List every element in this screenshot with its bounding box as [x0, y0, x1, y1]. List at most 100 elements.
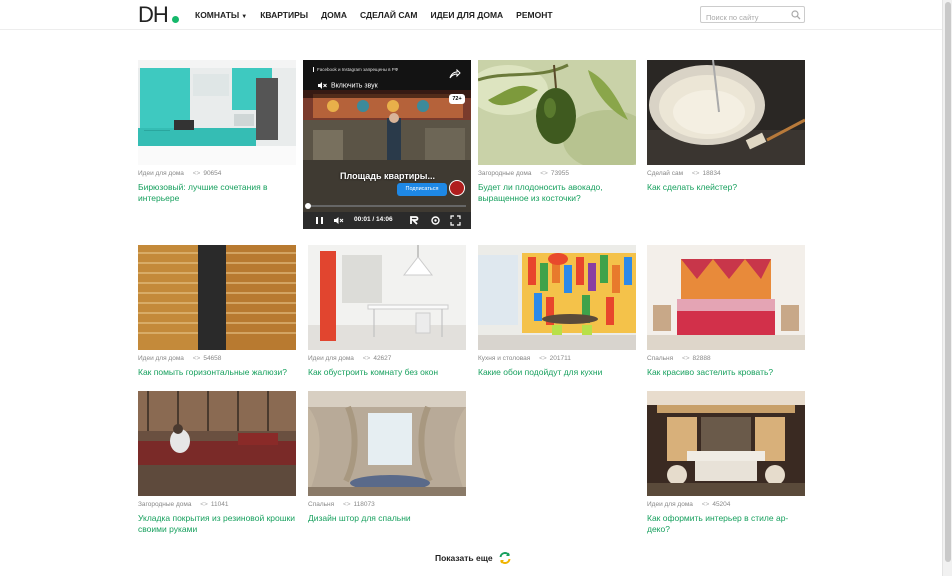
article-title[interactable]: Укладка покрытия из резиновой крошки сво…	[138, 513, 296, 534]
share-icon[interactable]	[449, 69, 461, 79]
eye-icon: <>	[539, 355, 547, 362]
article-title[interactable]: Бирюзовый: лучшие сочетания в интерьере	[138, 182, 296, 203]
article-thumbnail[interactable]	[647, 60, 805, 165]
article-meta: Спальня <> 118073	[308, 500, 466, 509]
channel-logo-icon[interactable]	[409, 215, 420, 226]
article-meta: Сделай сам <> 18834	[647, 169, 805, 178]
show-more-label: Показать еще	[435, 553, 493, 563]
article-card: Идеи для дома <> 42627 Как обустроить ком…	[308, 245, 466, 378]
eye-icon: <>	[192, 355, 201, 362]
nav-item-label: КВАРТИРЫ	[260, 10, 309, 20]
article-thumbnail[interactable]	[308, 391, 466, 496]
eye-icon: <>	[701, 501, 710, 508]
article-title[interactable]: Будет ли плодоносить авокадо, выращенное…	[478, 182, 636, 203]
article-card: Спальня <> 82888 Как красиво застелить кр…	[647, 245, 805, 378]
site-logo[interactable]: DH	[138, 4, 169, 26]
view-count: 54658	[203, 355, 222, 362]
article-card: Кухня и столовая <> 201711 Какие обои под…	[478, 245, 636, 378]
article-category[interactable]: Идеи для дома	[138, 170, 184, 177]
article-title[interactable]: Как сделать клейстер?	[647, 182, 805, 193]
article-category[interactable]: Загородные дома	[138, 501, 191, 508]
show-more-button[interactable]: Показать еще	[435, 551, 512, 565]
article-title[interactable]: Дизайн штор для спальни	[308, 513, 466, 524]
view-count: 11041	[210, 501, 229, 508]
article-title[interactable]: Как оформить интерьер в стиле ар-деко?	[647, 513, 805, 534]
channel-avatar[interactable]	[449, 180, 465, 196]
article-title[interactable]: Как обустроить комнату без окон	[308, 367, 466, 378]
search-icon[interactable]	[791, 10, 801, 20]
view-count: 73955	[550, 170, 569, 177]
eye-icon: <>	[681, 355, 690, 362]
article-meta: Идеи для дома <> 45204	[647, 500, 805, 509]
article-thumbnail[interactable]	[478, 245, 636, 350]
article-thumbnail[interactable]	[647, 391, 805, 496]
unmute-button[interactable]: Включить звук	[318, 82, 378, 89]
article-category[interactable]: Идеи для дома	[308, 355, 354, 362]
scrollbar-thumb[interactable]	[945, 2, 951, 562]
pause-icon[interactable]	[314, 215, 325, 226]
article-category[interactable]: Идеи для дома	[138, 355, 184, 362]
view-count: 201711	[549, 355, 571, 362]
video-controls: 00:01 / 14:06	[303, 212, 471, 229]
view-count: 118073	[353, 501, 375, 508]
fullscreen-icon[interactable]	[450, 215, 461, 226]
subscribe-button[interactable]: Подписаться	[397, 183, 447, 196]
age-rating-badge: 72+	[449, 94, 465, 104]
page-scrollbar[interactable]	[942, 0, 952, 576]
video-notice: Facebook и Instagram запрещены в РФ	[313, 67, 398, 72]
article-thumbnail[interactable]	[138, 391, 296, 496]
nav-item-label: ИДЕИ ДЛЯ ДОМА	[430, 10, 504, 20]
caret-down-icon: ▼	[241, 14, 248, 20]
article-card: Идеи для дома <> 90654 Бирюзовый: лучшие …	[138, 60, 296, 203]
article-title[interactable]: Какие обои подойдут для кухни	[478, 367, 636, 378]
nav-item-label: РЕМОНТ	[516, 10, 553, 20]
article-meta: Загородные дома <> 73955	[478, 169, 636, 178]
nav-item-apartments[interactable]: КВАРТИРЫ	[260, 10, 308, 22]
article-thumbnail[interactable]	[138, 245, 296, 350]
site-header: DH КОМНАТЫ ▼ КВАРТИРЫ ДОМА СДЕЛАЙ САМ ИДЕ…	[0, 0, 942, 30]
article-category[interactable]: Кухня и столовая	[478, 355, 530, 362]
article-card: Загородные дома <> 11041 Укладка покрытия…	[138, 391, 296, 534]
eye-icon: <>	[540, 170, 548, 177]
video-time: 00:01 / 14:06	[354, 216, 393, 223]
refresh-icon	[499, 552, 511, 564]
article-category[interactable]: Загородные дома	[478, 170, 531, 177]
article-thumbnail[interactable]	[478, 60, 636, 165]
nav-item-label: КОМНАТЫ	[195, 10, 240, 20]
muted-speaker-icon	[318, 82, 327, 89]
view-count: 82888	[692, 355, 711, 362]
search-box	[700, 6, 805, 25]
eye-icon: <>	[342, 501, 351, 508]
search-input[interactable]	[701, 10, 789, 25]
article-category[interactable]: Спальня	[308, 501, 334, 508]
article-title[interactable]: Как помыть горизонтальные жалюзи?	[138, 367, 296, 378]
nav-item-diy[interactable]: СДЕЛАЙ САМ	[360, 10, 417, 22]
nav-item-home-ideas[interactable]: ИДЕИ ДЛЯ ДОМА	[430, 10, 503, 22]
article-card: Идеи для дома <> 45204 Как оформить интер…	[647, 391, 805, 534]
nav-item-label: ДОМА	[321, 10, 347, 20]
article-meta: Идеи для дома <> 42627	[308, 354, 466, 363]
article-meta: Загородные дома <> 11041	[138, 500, 296, 509]
eye-icon: <>	[200, 501, 208, 508]
main-nav: КОМНАТЫ ▼ КВАРТИРЫ ДОМА СДЕЛАЙ САМ ИДЕИ Д…	[195, 10, 566, 22]
article-thumbnail[interactable]	[138, 60, 296, 165]
article-meta: Идеи для дома <> 90654	[138, 169, 296, 178]
eye-icon: <>	[691, 170, 700, 177]
video-progress-bar[interactable]	[308, 205, 466, 207]
nav-item-rooms[interactable]: КОМНАТЫ ▼	[195, 10, 247, 22]
settings-gear-icon[interactable]	[430, 215, 441, 226]
article-thumbnail[interactable]	[308, 245, 466, 350]
video-progress-knob[interactable]	[305, 203, 311, 209]
article-card: Сделай сам <> 18834 Как сделать клейстер?	[647, 60, 805, 193]
article-meta: Идеи для дома <> 54658	[138, 354, 296, 363]
article-category[interactable]: Спальня	[647, 355, 673, 362]
video-top-bar	[303, 60, 471, 98]
article-thumbnail[interactable]	[647, 245, 805, 350]
article-title[interactable]: Как красиво застелить кровать?	[647, 367, 805, 378]
article-category[interactable]: Сделай сам	[647, 170, 683, 177]
video-player[interactable]: Facebook и Instagram запрещены в РФ Вклю…	[303, 60, 471, 229]
article-category[interactable]: Идеи для дома	[647, 501, 693, 508]
nav-item-houses[interactable]: ДОМА	[321, 10, 347, 22]
mute-icon[interactable]	[333, 215, 344, 226]
nav-item-renovation[interactable]: РЕМОНТ	[516, 10, 552, 22]
